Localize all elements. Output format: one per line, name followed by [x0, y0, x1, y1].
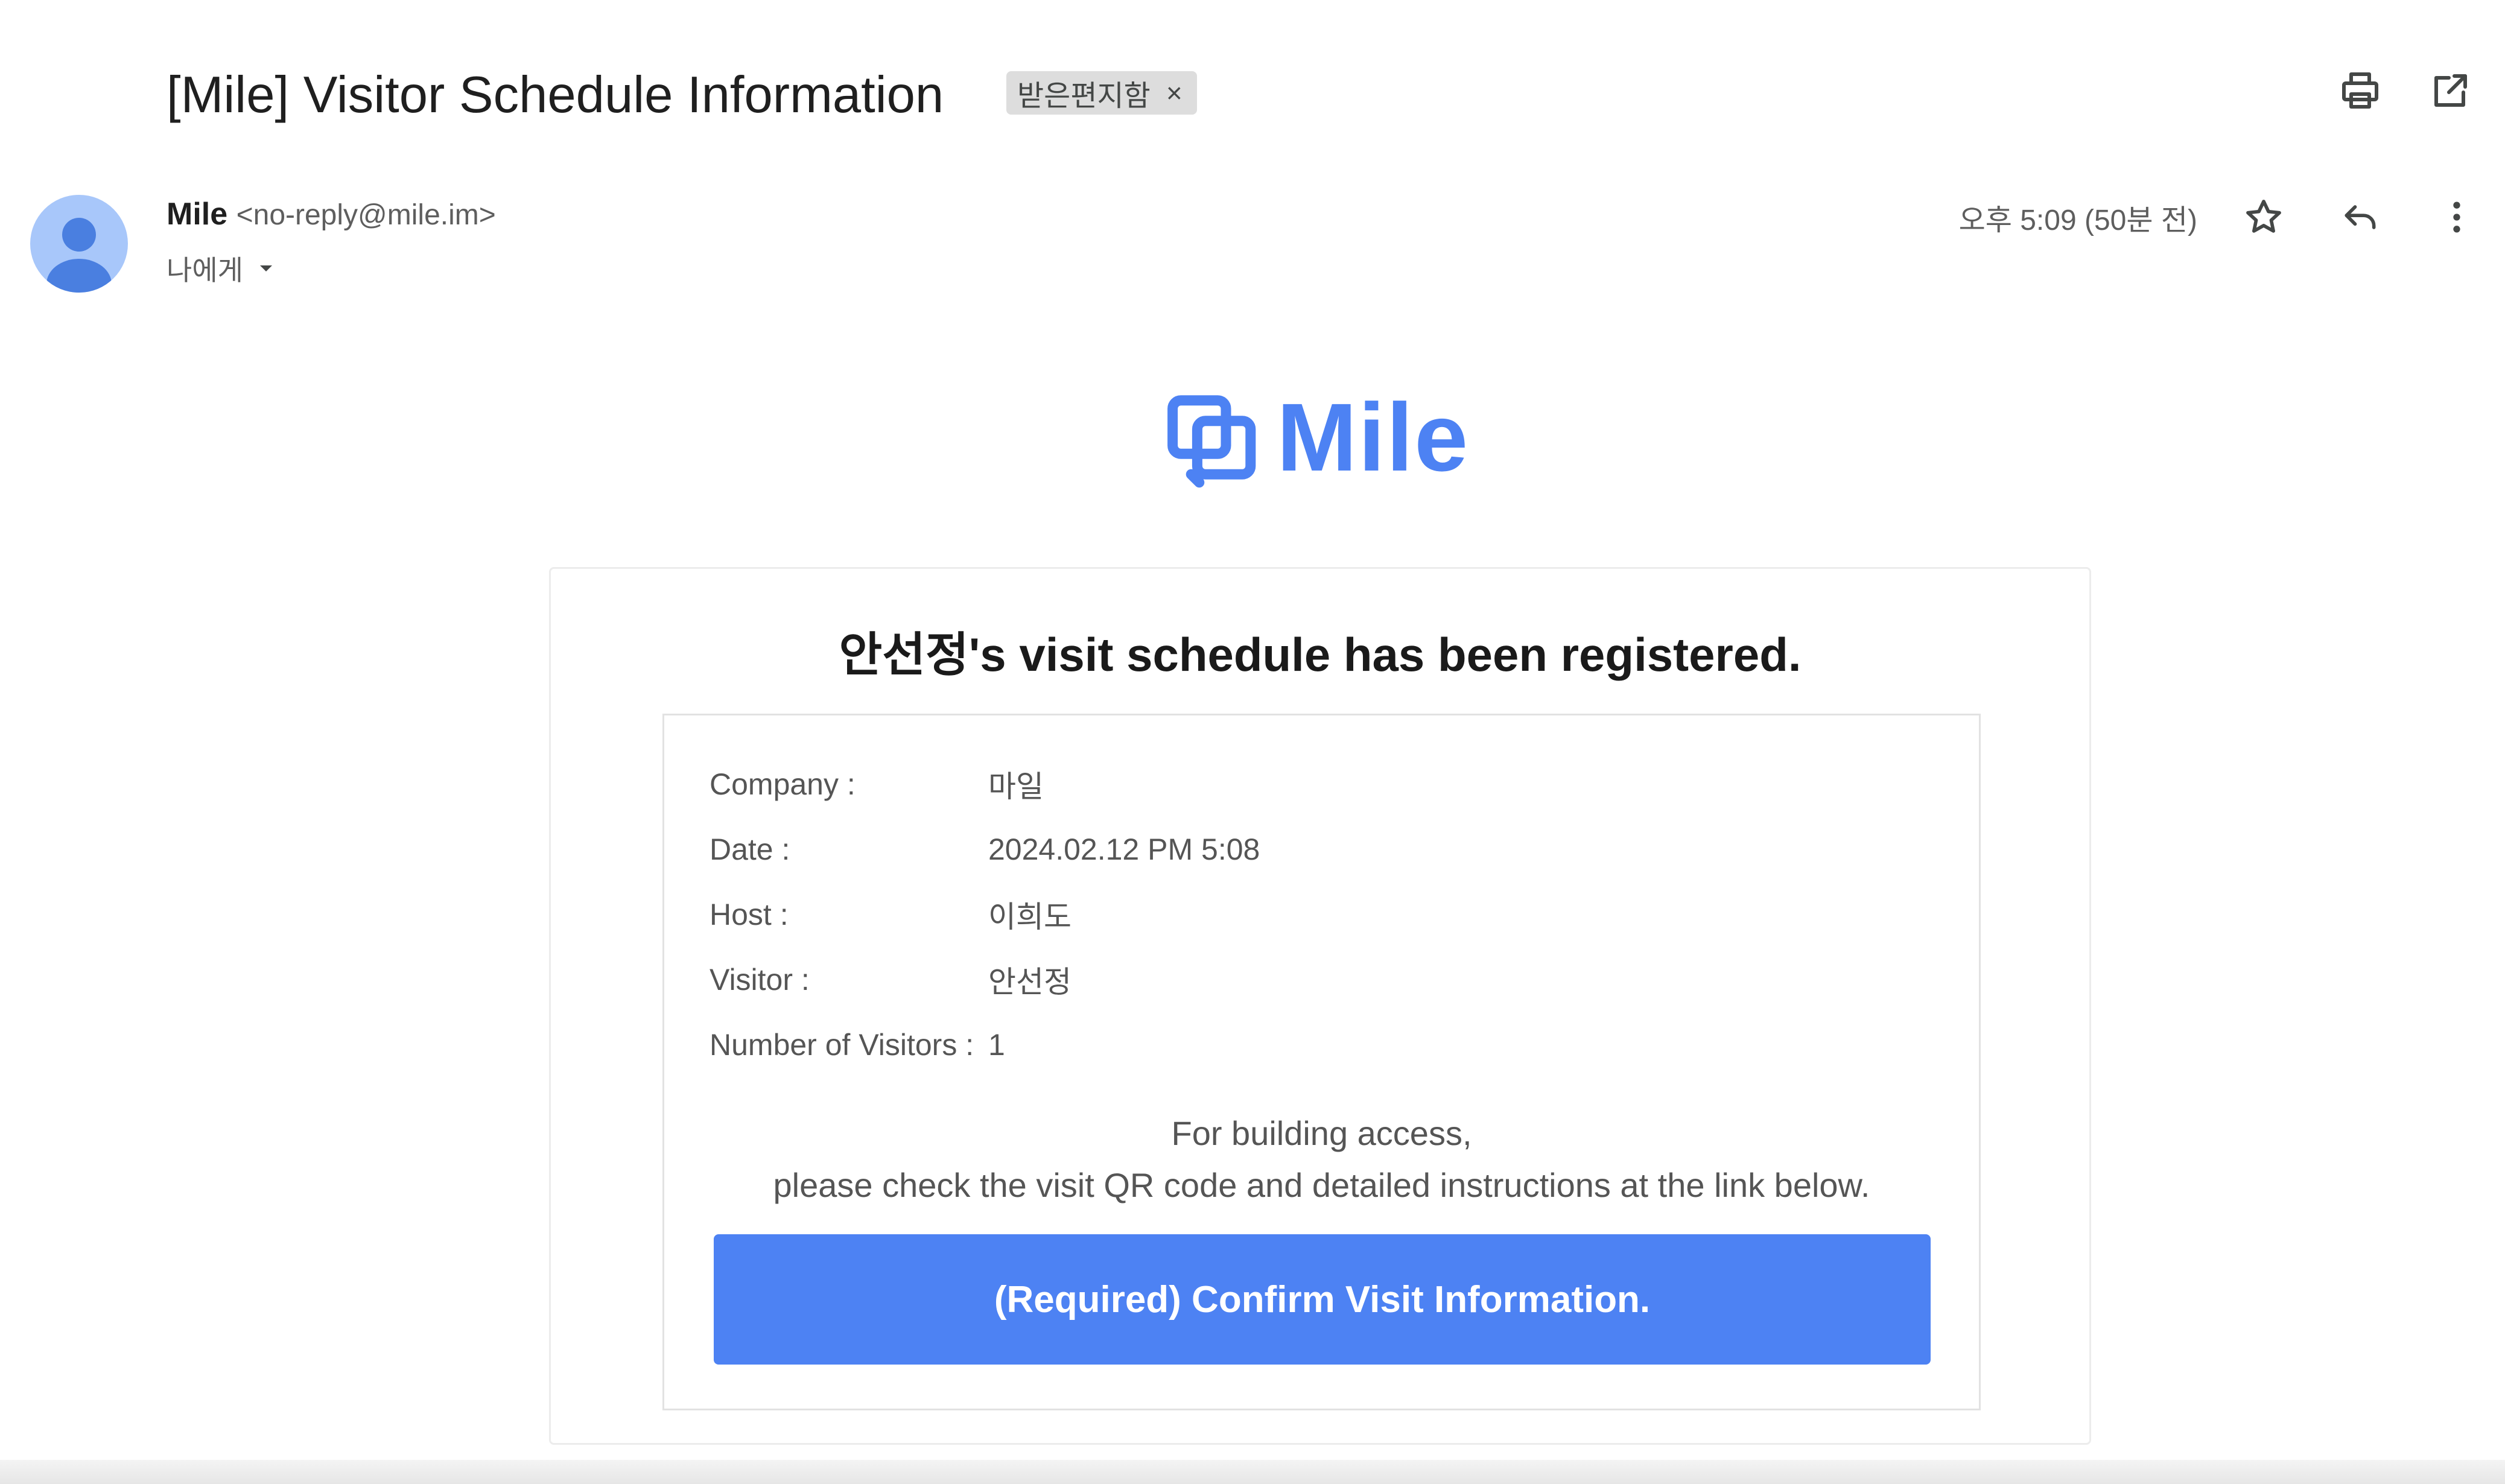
access-note: For building access, please check the vi… [664, 1108, 1979, 1211]
person-avatar-icon [46, 218, 112, 293]
detail-value: 이희도 [988, 900, 1072, 934]
message-timestamp: 오후 5:09 (50분 전) [1958, 205, 2197, 236]
recipient-line[interactable]: 나에게 [167, 249, 278, 288]
visit-details-box: Company : 마일 Date : 2024.02.12 PM 5:08 H… [662, 714, 1981, 1410]
access-note-line-1: For building access, [1171, 1114, 1472, 1152]
sender-email: <no-reply@mile.im> [236, 199, 496, 231]
star-icon[interactable] [2240, 193, 2288, 241]
detail-label: Company : [710, 767, 856, 801]
visit-details-list: Company : 마일 Date : 2024.02.12 PM 5:08 H… [710, 752, 1260, 1077]
sender-name[interactable]: Mile [167, 197, 227, 232]
sender-avatar[interactable] [30, 195, 128, 293]
mile-logo-mark-icon [1167, 395, 1256, 488]
access-note-line-2: please check the visit QR code and detai… [773, 1166, 1870, 1204]
remove-label-icon[interactable]: × [1166, 79, 1183, 107]
visit-card: 안선정's visit schedule has been registered… [549, 567, 2091, 1445]
detail-label: Host : [710, 898, 789, 931]
header-actions [2336, 66, 2475, 115]
email-view: [Mile] Visitor Schedule Information 받은편지… [0, 0, 2505, 1484]
detail-row-visitor-count: Number of Visitors : 1 [710, 1012, 1260, 1077]
detail-value: 2024.02.12 PM 5:08 [988, 832, 1260, 866]
detail-row-visitor: Visitor : 안선정 [710, 947, 1260, 1012]
inbox-label-chip[interactable]: 받은편지함 × [1006, 71, 1197, 115]
email-subject: [Mile] Visitor Schedule Information [167, 66, 944, 124]
recipient-label: 나에게 [167, 255, 243, 286]
detail-value: 안선정 [988, 965, 1072, 999]
more-vertical-icon[interactable] [2433, 193, 2481, 241]
mile-logo: Mile [1164, 386, 1469, 489]
sender-line: Mile <no-reply@mile.im> [167, 196, 496, 232]
detail-row-company: Company : 마일 [710, 752, 1260, 817]
detail-value: 마일 [988, 770, 1044, 804]
label-chip-text: 받은편지함 [1017, 80, 1151, 112]
detail-label: Visitor : [710, 963, 810, 997]
detail-row-host: Host : 이희도 [710, 882, 1260, 947]
confirm-visit-button[interactable]: (Required) Confirm Visit Information. [714, 1234, 1931, 1365]
open-in-new-window-icon[interactable] [2427, 66, 2475, 115]
detail-row-date: Date : 2024.02.12 PM 5:08 [710, 817, 1260, 882]
print-icon[interactable] [2336, 66, 2384, 115]
detail-label: Date : [710, 832, 790, 866]
mile-logo-text: Mile [1277, 383, 1470, 491]
detail-label: Number of Visitors : [710, 1028, 974, 1062]
message-actions: 오후 5:09 (50분 전) [1959, 193, 2481, 241]
reply-icon[interactable] [2336, 193, 2384, 241]
visit-headline: 안선정's visit schedule has been registered… [839, 628, 1802, 681]
bottom-edge-shadow [0, 1460, 2505, 1484]
caret-down-icon[interactable] [254, 256, 278, 281]
detail-value: 1 [988, 1028, 1005, 1062]
